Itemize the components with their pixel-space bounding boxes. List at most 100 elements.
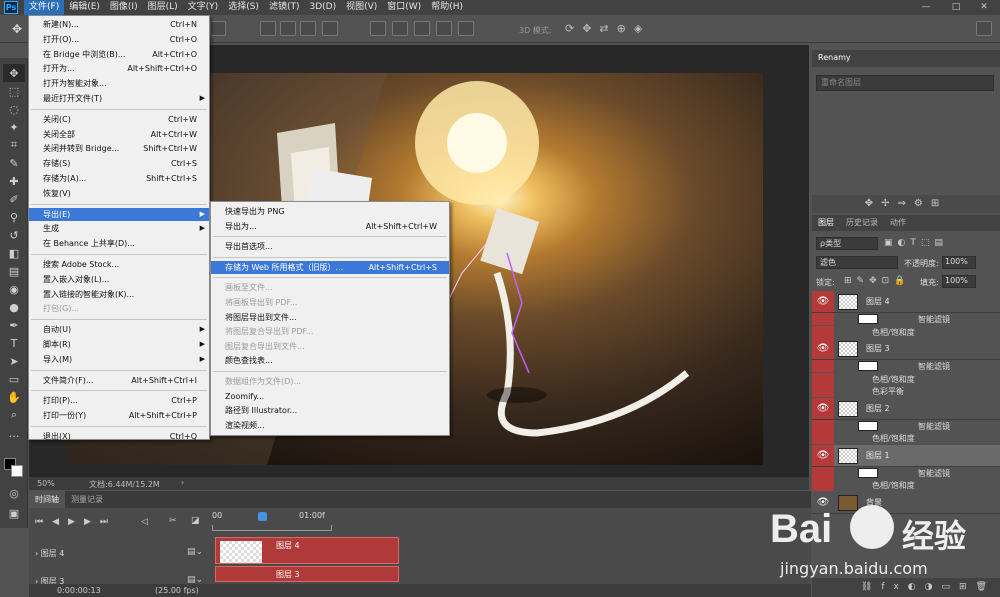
hand-tool-icon[interactable]: ✋ — [3, 388, 25, 406]
renamy-tab[interactable]: Renamy — [812, 50, 857, 66]
layer-row[interactable]: 👁 图层 1 — [812, 444, 1000, 467]
menu-window[interactable]: 窗口(W) — [382, 0, 426, 15]
fill-input[interactable]: 100% — [942, 275, 976, 288]
smart-filter-row[interactable]: 智能滤镜 — [812, 360, 1000, 372]
workspace-icon[interactable] — [976, 21, 992, 36]
menu-view[interactable]: 视图(V) — [341, 0, 382, 15]
layer-actions-bar[interactable]: ⛓fx◐◑▭⊞🗑 — [812, 578, 1000, 597]
chevron-right-icon[interactable]: › — [181, 478, 184, 487]
menu-item[interactable]: 生成 ▶ — [29, 222, 209, 235]
path-select-icon[interactable]: ➤ — [3, 352, 25, 370]
align-icon[interactable] — [210, 21, 226, 36]
healing-tool-icon[interactable]: ✚ — [3, 172, 25, 190]
menu-item[interactable]: 导出(E) ▶ — [29, 207, 209, 221]
visibility-eye-icon[interactable]: 👁 — [812, 338, 834, 359]
pen-tool-icon[interactable]: ✒ — [3, 316, 25, 334]
visibility-eye-icon[interactable] — [812, 372, 834, 385]
lock-icons[interactable]: ⊞✎✥⊡🔒 — [844, 276, 910, 286]
menu-3d[interactable]: 3D(D) — [304, 0, 341, 15]
eyedropper-tool-icon[interactable]: ✎ — [3, 154, 25, 172]
lasso-tool-icon[interactable]: ◌ — [3, 100, 25, 118]
align-icon[interactable] — [260, 21, 276, 36]
menu-item[interactable]: 导出首选项... — [211, 240, 449, 253]
menu-item[interactable]: 关闭全部 Alt+Ctrl+W — [29, 128, 209, 141]
crop-tool-icon[interactable]: ⌗ — [3, 136, 25, 154]
menu-item[interactable]: 打开为... Alt+Shift+Ctrl+O — [29, 62, 209, 75]
work-area-bar[interactable] — [212, 525, 332, 531]
stamp-tool-icon[interactable]: ⚲ — [3, 208, 25, 226]
screen-mode-icon[interactable]: ▣ — [3, 504, 25, 522]
menu-item[interactable]: 搜索 Adobe Stock... — [29, 258, 209, 271]
move-tool-icon[interactable]: ✥ — [3, 64, 25, 82]
menu-item[interactable]: 路径到 Illustrator... — [211, 404, 449, 417]
distribute-icon[interactable] — [414, 21, 430, 36]
menu-item[interactable]: 置入嵌入对象(L)... — [29, 273, 209, 286]
track-menu-icon[interactable]: ▤⌄ — [187, 547, 203, 557]
menu-select[interactable]: 选择(S) — [223, 0, 264, 15]
tab-history[interactable]: 历史记录 — [840, 215, 884, 231]
blur-tool-icon[interactable]: ◉ — [3, 280, 25, 298]
visibility-eye-icon[interactable] — [812, 466, 834, 479]
type-tool-icon[interactable]: T — [3, 334, 25, 352]
marquee-tool-icon[interactable]: ⬚ — [3, 82, 25, 100]
menu-item[interactable]: 自动(U) ▶ — [29, 323, 209, 336]
menu-item[interactable]: 在 Bridge 中浏览(B)... Alt+Ctrl+O — [29, 48, 209, 61]
menu-item[interactable]: 新建(N)... Ctrl+N — [29, 18, 209, 31]
menu-item[interactable]: 置入链接的智能对象(K)... — [29, 288, 209, 301]
smart-filter-row[interactable]: 色彩平衡 — [812, 385, 1000, 397]
visibility-eye-icon[interactable] — [812, 419, 834, 432]
smart-filter-row[interactable]: 色相/饱和度 — [812, 325, 1000, 338]
visibility-eye-icon[interactable]: 👁 — [812, 291, 834, 312]
zoom-tool-icon[interactable]: ⌕ — [3, 406, 25, 424]
layer-kind-filter[interactable]: ρ类型 — [816, 237, 878, 250]
minimize-button[interactable]: — — [912, 0, 940, 15]
smart-filter-row[interactable]: 色相/饱和度 — [812, 432, 1000, 444]
align-icon[interactable] — [300, 21, 316, 36]
smart-filter-row[interactable]: 色相/饱和度 — [812, 479, 1000, 491]
visibility-eye-icon[interactable]: 👁 — [812, 397, 834, 419]
menu-item[interactable]: 打开为智能对象... — [29, 77, 209, 90]
menu-layer[interactable]: 图层(L) — [143, 0, 183, 15]
zoom-level[interactable]: 50% — [37, 479, 55, 488]
more-tools-icon[interactable]: … — [3, 424, 25, 442]
menu-item[interactable]: 文件简介(F)... Alt+Shift+Ctrl+I — [29, 374, 209, 387]
playback-controls[interactable]: ⏮◀▶▶⏭ — [35, 517, 117, 527]
layer-row[interactable]: 👁 图层 4 — [812, 291, 1000, 313]
menu-item[interactable]: 在 Behance 上共享(D)... — [29, 237, 209, 250]
menu-item[interactable]: 导出为... Alt+Shift+Ctrl+W — [211, 220, 449, 233]
menu-item[interactable]: Zoomify... — [211, 390, 449, 403]
menu-item[interactable]: 恢复(V) — [29, 187, 209, 200]
menu-type[interactable]: 文字(Y) — [183, 0, 224, 15]
menu-item[interactable]: 打印(P)... Ctrl+P — [29, 394, 209, 407]
close-button[interactable]: ✕ — [970, 0, 998, 15]
smart-filter-row[interactable]: 色相/饱和度 — [812, 372, 1000, 385]
menu-item[interactable]: 打开(O)... Ctrl+O — [29, 33, 209, 46]
track-clip[interactable]: 图层 4 — [215, 537, 399, 564]
menu-item[interactable]: 关闭并转到 Bridge... Shift+Ctrl+W — [29, 142, 209, 155]
move-icon[interactable]: ✥ — [12, 22, 22, 36]
panel-icons-row[interactable]: ✥✢⇒⚙⊞ — [812, 195, 1000, 213]
opacity-input[interactable]: 100% — [942, 256, 976, 269]
menu-item[interactable]: 存储为 Web 所用格式（旧版）... Alt+Shift+Ctrl+S — [211, 260, 449, 274]
visibility-eye-icon[interactable] — [812, 432, 834, 444]
menu-item[interactable]: 最近打开文件(T) ▶ — [29, 92, 209, 105]
gradient-tool-icon[interactable]: ▤ — [3, 262, 25, 280]
align-icon[interactable] — [280, 21, 296, 36]
distribute-icon[interactable] — [458, 21, 474, 36]
visibility-eye-icon[interactable] — [812, 360, 834, 372]
menu-filter[interactable]: 滤镜(T) — [264, 0, 305, 15]
smart-filter-row[interactable]: 智能滤镜 — [812, 466, 1000, 479]
menu-item[interactable]: 打印一份(Y) Alt+Shift+Ctrl+P — [29, 409, 209, 422]
distribute-icon[interactable] — [370, 21, 386, 36]
3d-tools-icons[interactable]: ⟳✥⇄⊕◈ — [565, 22, 650, 35]
menu-image[interactable]: 图像(I) — [105, 0, 143, 15]
menu-item[interactable]: 渲染视频... — [211, 419, 449, 432]
scissors-icon[interactable]: ✂ — [169, 516, 177, 526]
layer-row[interactable]: 👁 图层 2 — [812, 397, 1000, 420]
distribute-icon[interactable] — [392, 21, 408, 36]
maximize-button[interactable]: □ — [942, 0, 970, 15]
layer-row[interactable]: 👁 图层 3 — [812, 338, 1000, 360]
menu-item[interactable]: 导入(M) ▶ — [29, 353, 209, 366]
menu-item[interactable]: 将图层导出到文件... — [211, 311, 449, 324]
shape-tool-icon[interactable]: ▭ — [3, 370, 25, 388]
